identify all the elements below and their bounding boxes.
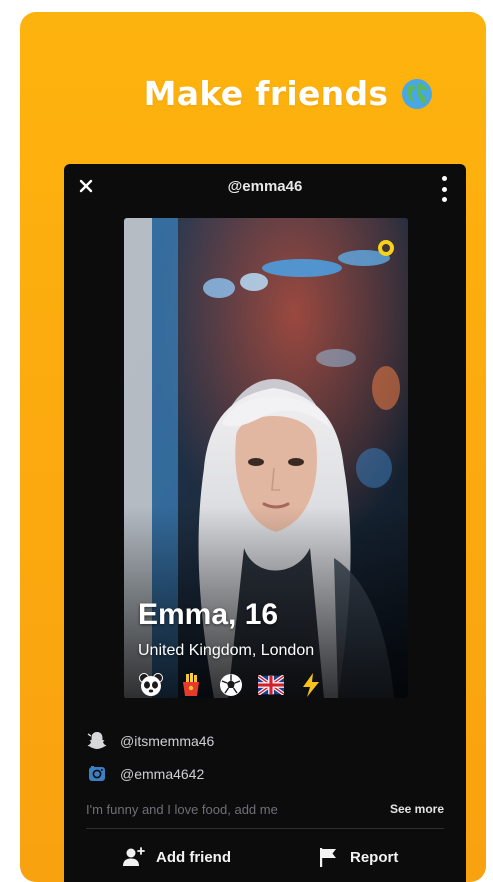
- more-dot-icon: [441, 186, 447, 192]
- profile-location: United Kingdom, London: [138, 642, 315, 659]
- social-row-snapchat[interactable]: @itsmemma46: [86, 730, 214, 752]
- profile-bio: I'm funny and I love food, add me: [86, 802, 278, 817]
- add-user-icon: [122, 846, 146, 868]
- flag-icon: [316, 846, 340, 868]
- lightning-icon: [298, 672, 324, 698]
- more-options-button[interactable]: [440, 176, 448, 202]
- profile-topbar: @emma46: [64, 164, 466, 216]
- actions-divider: [86, 828, 444, 829]
- fries-icon: [178, 672, 204, 698]
- snapchat-handle: @itsmemma46: [120, 733, 215, 749]
- uk-flag-icon: [258, 672, 284, 698]
- profile-name-age: Emma, 16: [138, 598, 279, 631]
- add-friend-label: Add friend: [156, 848, 231, 866]
- more-dot-icon: [441, 176, 447, 181]
- profile-photo[interactable]: Emma, 16 United Kingdom, London: [124, 218, 408, 698]
- report-label: Report: [350, 848, 399, 866]
- more-dot-icon: [441, 197, 447, 202]
- snapchat-ghost-icon: [86, 730, 108, 752]
- see-more-link[interactable]: See more: [390, 802, 444, 816]
- add-friend-button[interactable]: Add friend: [122, 846, 231, 868]
- profile-screen: @emma46 Emma, 16 United Kingdom, London …: [64, 164, 466, 882]
- promo-card: Make friends @emma46 Emma, 16 United Kin…: [20, 12, 486, 882]
- instagram-icon: [86, 763, 108, 785]
- promo-headline: Make friends: [20, 74, 486, 113]
- interest-badges: [138, 672, 324, 698]
- instagram-handle: @emma4642: [120, 766, 205, 782]
- globe-icon: [400, 77, 434, 111]
- profile-username-title: @emma46: [227, 178, 303, 195]
- online-status-ring-icon: [378, 240, 394, 256]
- panda-icon: [138, 672, 164, 698]
- social-row-instagram[interactable]: @emma4642: [86, 763, 204, 785]
- report-button[interactable]: Report: [316, 846, 398, 868]
- headline-text: Make friends: [143, 74, 389, 113]
- soccer-ball-icon: [218, 672, 244, 698]
